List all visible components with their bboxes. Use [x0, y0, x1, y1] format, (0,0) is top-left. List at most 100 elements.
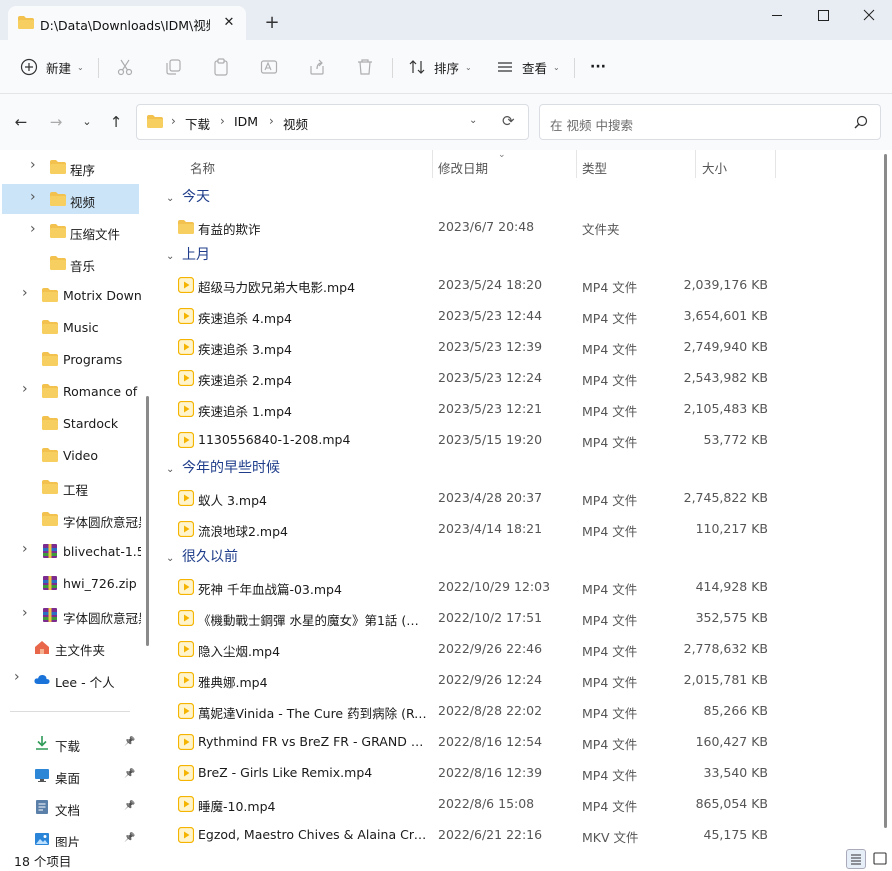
- close-window-button[interactable]: [846, 0, 892, 32]
- file-row[interactable]: 《機動戰士鋼彈 水星的魔女》第1話 (繁中字幕).mp4 2022/10/2 17…: [172, 602, 872, 632]
- column-divider[interactable]: [432, 150, 433, 178]
- pin-icon[interactable]: 📌: [124, 801, 135, 811]
- sidebar-item[interactable]: Stardock: [2, 408, 139, 438]
- file-row[interactable]: 疾速追杀 1.mp4 2023/5/23 12:21 MP4 文件 2,105,483…: [172, 393, 872, 423]
- sidebar-item[interactable]: Programs: [2, 344, 139, 374]
- copy-button[interactable]: [164, 54, 182, 80]
- details-view-button[interactable]: [846, 849, 866, 869]
- delete-button[interactable]: [356, 54, 374, 80]
- quick-access-item[interactable]: 桌面 📌: [2, 760, 139, 790]
- search-icon[interactable]: [854, 115, 868, 132]
- expand-chevron-icon[interactable]: ›: [22, 541, 28, 557]
- up-arrow-icon[interactable]: ↑: [105, 112, 127, 132]
- large-icons-view-button[interactable]: [870, 849, 890, 869]
- sidebar-item[interactable]: › blivechat-1.5.: [2, 536, 141, 566]
- column-divider[interactable]: [695, 150, 696, 178]
- sidebar-item[interactable]: Music: [2, 312, 139, 342]
- close-tab-icon[interactable]: ✕: [220, 14, 238, 32]
- file-row[interactable]: Egzod, Maestro Chives & Alaina Cross - N…: [172, 819, 872, 847]
- group-header[interactable]: ⌄ 上月: [166, 244, 210, 264]
- chevron-right-icon[interactable]: ›: [171, 114, 176, 128]
- file-row[interactable]: 超级马力欧兄弟大电影.mp4 2023/5/24 18:20 MP4 文件 2,039…: [172, 269, 872, 299]
- collapse-chevron-icon[interactable]: ⌄: [166, 464, 182, 475]
- collapse-chevron-icon[interactable]: ⌄: [166, 251, 182, 262]
- chevron-right-icon[interactable]: ›: [269, 114, 274, 128]
- expand-chevron-icon[interactable]: ›: [30, 189, 36, 205]
- file-row[interactable]: 蚁人 3.mp4 2023/4/28 20:37 MP4 文件 2,745,822 K…: [172, 482, 872, 512]
- file-row[interactable]: BreZ - Girls Like Remix.mp4 2022/8/16 12:…: [172, 757, 872, 787]
- sidebar-item[interactable]: › 压缩文件: [2, 216, 139, 246]
- paste-button[interactable]: [212, 54, 230, 80]
- address-bar[interactable]: › 下载 › IDM › 视频 ⌄ ⟳: [136, 104, 529, 140]
- breadcrumb-video[interactable]: 视频: [283, 114, 308, 133]
- sort-button[interactable]: 排序 ⌄: [408, 54, 472, 80]
- breadcrumb-downloads[interactable]: 下载: [185, 114, 210, 133]
- file-row[interactable]: 1130556840-1-208.mp4 2023/5/15 19:20 MP4 文…: [172, 424, 872, 454]
- minimize-button[interactable]: [754, 0, 800, 32]
- column-divider[interactable]: [775, 150, 776, 178]
- quick-access-item[interactable]: 图片 📌: [2, 824, 139, 847]
- group-header[interactable]: ⌄ 今年的早些时候: [166, 457, 280, 477]
- rename-button[interactable]: [260, 54, 278, 80]
- quick-access-item[interactable]: 文档 📌: [2, 792, 139, 822]
- more-options-button[interactable]: ···: [590, 54, 606, 80]
- column-header-name[interactable]: 名称: [190, 158, 215, 177]
- file-row[interactable]: 有益的欺诈 2023/6/7 20:48 文件夹: [172, 211, 872, 241]
- column-divider[interactable]: [576, 150, 577, 178]
- sidebar-item[interactable]: 字体圆欣意冠黑: [2, 504, 141, 534]
- chevron-right-icon[interactable]: ›: [220, 114, 225, 128]
- expand-chevron-icon[interactable]: ›: [22, 285, 28, 301]
- new-button[interactable]: 新建 ⌄: [20, 54, 84, 80]
- sidebar-item[interactable]: › 视频: [2, 184, 139, 214]
- pin-icon[interactable]: 📌: [124, 737, 135, 747]
- sidebar-item[interactable]: › 字体圆欣意冠黑: [2, 600, 141, 630]
- new-tab-button[interactable]: +: [262, 13, 282, 33]
- file-row[interactable]: 流浪地球2.mp4 2023/4/14 18:21 MP4 文件 110,217 KB: [172, 513, 872, 543]
- sidebar-item[interactable]: hwi_726.zip: [2, 568, 139, 598]
- column-header-type[interactable]: 类型: [582, 158, 607, 177]
- sidebar-item[interactable]: › Lee - 个人: [2, 664, 139, 694]
- expand-chevron-icon[interactable]: ›: [22, 381, 28, 397]
- file-row[interactable]: 疾速追杀 4.mp4 2023/5/23 12:44 MP4 文件 3,654,601…: [172, 300, 872, 330]
- file-row[interactable]: 疾速追杀 3.mp4 2023/5/23 12:39 MP4 文件 2,749,940…: [172, 331, 872, 361]
- collapse-chevron-icon[interactable]: ⌄: [166, 193, 182, 204]
- share-button[interactable]: [308, 54, 326, 80]
- quick-access-item[interactable]: 下载 📌: [2, 728, 139, 758]
- sidebar-item[interactable]: › Motrix Down: [2, 280, 141, 310]
- expand-chevron-icon[interactable]: ›: [30, 157, 36, 173]
- sidebar-item[interactable]: 主文件夹: [2, 632, 139, 662]
- pin-icon[interactable]: 📌: [124, 833, 135, 843]
- breadcrumb-idm[interactable]: IDM: [234, 114, 258, 129]
- collapse-chevron-icon[interactable]: ⌄: [166, 553, 182, 564]
- file-row[interactable]: Rythmind FR vs BreZ FR - GRAND BEATBOX.m…: [172, 726, 872, 756]
- refresh-icon[interactable]: ⟳: [502, 112, 515, 130]
- sidebar-item[interactable]: › Romance of t: [2, 376, 141, 406]
- view-button[interactable]: 查看 ⌄: [496, 54, 560, 80]
- column-header-date[interactable]: 修改日期: [438, 158, 488, 177]
- sidebar-item[interactable]: Video: [2, 440, 139, 470]
- chevron-down-icon[interactable]: ⌄: [469, 115, 477, 126]
- recent-locations-chevron-icon[interactable]: ⌄: [76, 112, 98, 132]
- sidebar-item[interactable]: › 程序: [2, 152, 139, 182]
- file-row[interactable]: 疾速追杀 2.mp4 2023/5/23 12:24 MP4 文件 2,543,982…: [172, 362, 872, 392]
- sidebar-item[interactable]: 工程: [2, 472, 139, 502]
- tab-current-folder[interactable]: D:\Data\Downloads\IDM\视频 ✕: [8, 6, 246, 40]
- file-row[interactable]: 睡魔-10.mp4 2022/8/6 15:08 MP4 文件 865,054 KB: [172, 788, 872, 818]
- expand-chevron-icon[interactable]: ›: [22, 605, 28, 621]
- group-header[interactable]: ⌄ 今天: [166, 186, 210, 206]
- sidebar-item[interactable]: 音乐: [2, 248, 139, 278]
- pin-icon[interactable]: 📌: [124, 769, 135, 779]
- maximize-button[interactable]: [800, 0, 846, 32]
- search-field[interactable]: 在 视频 中搜索: [539, 104, 881, 140]
- expand-chevron-icon[interactable]: ›: [30, 221, 36, 237]
- group-header[interactable]: ⌄ 很久以前: [166, 546, 238, 566]
- cut-button[interactable]: [116, 54, 134, 80]
- file-row[interactable]: 死神 千年血战篇-03.mp4 2022/10/29 12:03 MP4 文件 414…: [172, 571, 872, 601]
- column-header-size[interactable]: 大小: [702, 158, 727, 177]
- expand-chevron-icon[interactable]: ›: [14, 669, 20, 685]
- forward-arrow-icon[interactable]: →: [45, 112, 67, 132]
- file-row[interactable]: 雅典娜.mp4 2022/9/26 12:24 MP4 文件 2,015,781 KB: [172, 664, 872, 694]
- navigation-scrollbar[interactable]: [146, 396, 149, 646]
- file-row[interactable]: 萬妮達Vinida - The Cure 药到病除 (RAP版).mp4 2022…: [172, 695, 872, 725]
- file-row[interactable]: 隐入尘烟.mp4 2022/9/26 22:46 MP4 文件 2,778,632 K…: [172, 633, 872, 663]
